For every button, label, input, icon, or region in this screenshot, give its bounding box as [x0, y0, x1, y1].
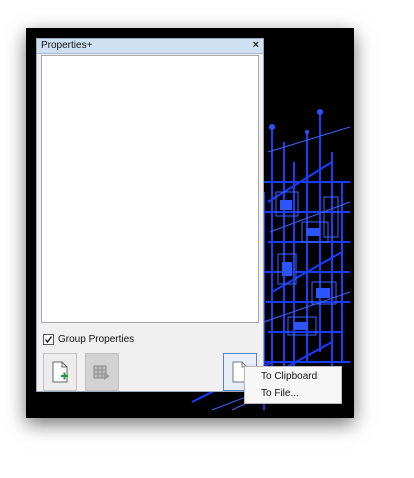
export-table-button[interactable] [85, 353, 119, 391]
new-document-button[interactable] [43, 353, 77, 391]
panel-title-bar[interactable]: Properties+ × [37, 39, 263, 54]
group-properties-option[interactable]: Group Properties [43, 332, 134, 346]
export-context-menu: To Clipboard To File... [244, 366, 342, 404]
menu-item-to-file[interactable]: To File... [261, 386, 299, 402]
panel-title: Properties+ [41, 40, 93, 51]
document-add-icon [52, 361, 68, 383]
group-properties-checkbox[interactable] [43, 333, 54, 345]
checkmark-icon [44, 335, 53, 343]
group-properties-label: Group Properties [58, 333, 135, 345]
properties-list[interactable] [41, 55, 259, 323]
close-icon[interactable]: × [253, 38, 259, 52]
properties-panel: Properties+ × Group Properties [36, 38, 264, 392]
menu-item-to-clipboard[interactable]: To Clipboard [261, 369, 317, 385]
table-export-icon [93, 365, 110, 380]
